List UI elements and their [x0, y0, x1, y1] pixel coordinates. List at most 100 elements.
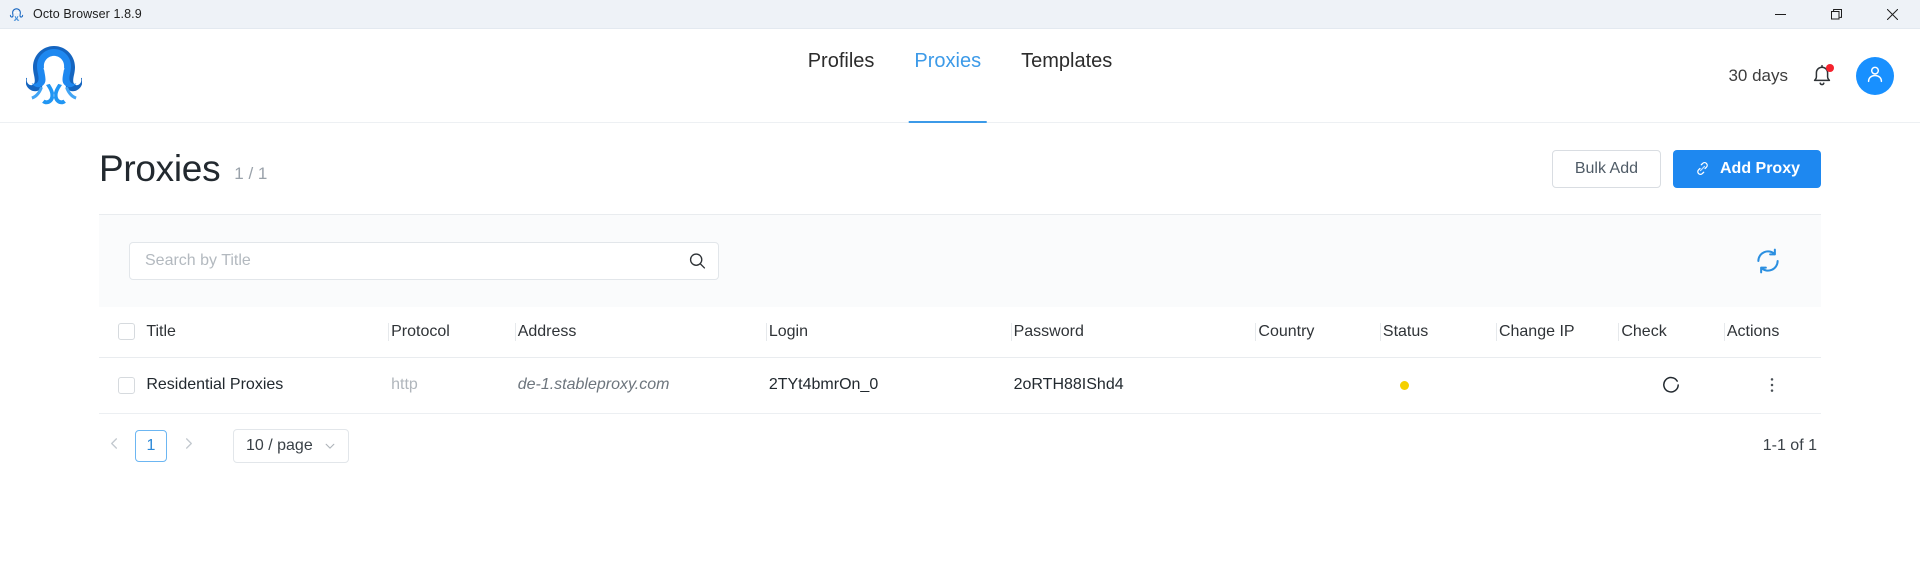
table-body: Residential Proxies http de-1.stableprox… — [99, 357, 1821, 414]
header-status-label: Status — [1382, 322, 1429, 340]
table-header-row: Title Protocol Address Login Password Co… — [99, 307, 1821, 358]
table-row[interactable]: Residential Proxies http de-1.stableprox… — [99, 357, 1821, 414]
header-address[interactable]: Address — [514, 307, 766, 358]
notifications-button[interactable] — [1811, 64, 1834, 88]
header-protocol-label: Protocol — [391, 322, 450, 340]
header-title-label: Title — [146, 322, 176, 340]
bulk-add-button[interactable]: Bulk Add — [1551, 149, 1661, 188]
search-icon[interactable] — [688, 252, 707, 271]
cell-country — [1255, 357, 1380, 414]
octopus-logo-icon — [9, 7, 24, 22]
pagination-total-label: 1-1 of 1 — [1762, 436, 1817, 454]
add-proxy-button[interactable]: Add Proxy — [1672, 149, 1821, 188]
header-login-label: Login — [768, 322, 808, 340]
refresh-sync-icon[interactable] — [1753, 246, 1783, 276]
cell-password-value: 2oRTH88IShd4 — [1013, 376, 1124, 393]
cell-country-value — [1255, 376, 1258, 393]
cell-login: 2TYt4bmrOn_0 — [765, 357, 1011, 414]
add-proxy-label: Add Proxy — [1719, 159, 1800, 177]
more-vertical-icon[interactable] — [1763, 376, 1781, 394]
minimize-button[interactable] — [1752, 0, 1808, 29]
nav-label-profiles: Profiles — [807, 49, 875, 72]
row-select-cell — [99, 357, 144, 414]
cell-password: 2oRTH88IShd4 — [1010, 357, 1256, 414]
header-login[interactable]: Login — [765, 307, 1011, 358]
row-checkbox[interactable] — [118, 376, 135, 394]
notification-badge-dot — [1826, 64, 1834, 72]
window-titlebar: Octo Browser 1.8.9 — [0, 0, 1920, 29]
chevron-down-icon — [324, 440, 336, 452]
pagination-page-label: 1 — [146, 436, 156, 454]
nav-label-templates: Templates — [1021, 49, 1113, 72]
header-actions: Actions — [1723, 307, 1821, 358]
bulk-add-label: Bulk Add — [1574, 159, 1638, 177]
table-head: Title Protocol Address Login Password Co… — [99, 307, 1821, 358]
cell-change-ip — [1495, 357, 1619, 414]
cell-protocol-value: http — [391, 376, 418, 393]
refresh-check-icon[interactable] — [1661, 375, 1681, 395]
select-all-header — [99, 307, 144, 358]
check-cell-inner — [1618, 375, 1724, 395]
page-head: Proxies 1 / 1 Bulk Add Add Proxy — [99, 123, 1821, 215]
close-button[interactable] — [1864, 0, 1920, 29]
search-input[interactable] — [129, 242, 719, 280]
minimize-icon — [1774, 9, 1786, 20]
pagination-page-1[interactable]: 1 — [135, 429, 167, 462]
page-count: 1 / 1 — [234, 163, 268, 183]
page-size-label: 10 / page — [246, 436, 313, 454]
header-status[interactable]: Status — [1379, 307, 1496, 358]
header-right-group: 30 days — [1728, 29, 1894, 123]
avatar[interactable] — [1856, 57, 1894, 95]
nav-item-templates[interactable]: Templates — [1001, 29, 1132, 123]
actions-cell-inner — [1724, 376, 1821, 394]
header-protocol[interactable]: Protocol — [388, 307, 515, 358]
user-avatar-icon — [1864, 63, 1886, 90]
titlebar-left: Octo Browser 1.8.9 — [0, 7, 1752, 22]
cell-check — [1618, 357, 1724, 414]
cell-status — [1379, 357, 1496, 414]
restore-icon — [1830, 8, 1842, 20]
octopus-brand-logo[interactable] — [26, 43, 82, 109]
cell-actions — [1723, 357, 1821, 414]
cell-change-ip-value — [1496, 376, 1499, 393]
page-title: Proxies — [99, 147, 221, 189]
header-check-label: Check — [1621, 322, 1667, 340]
proxies-table: Title Protocol Address Login Password Co… — [99, 307, 1821, 414]
header-country-label: Country — [1258, 322, 1315, 340]
chevron-right-icon — [182, 437, 195, 455]
header-password[interactable]: Password — [1010, 307, 1256, 358]
header-country[interactable]: Country — [1255, 307, 1380, 358]
proxies-table-wrap: Title Protocol Address Login Password Co… — [99, 307, 1821, 414]
search-box — [129, 242, 719, 280]
header-title[interactable]: Title — [143, 307, 389, 358]
pagination-next-button[interactable] — [173, 431, 203, 461]
cell-title: Residential Proxies — [143, 357, 389, 414]
pagination: 1 10 / page 1-1 of 1 — [99, 414, 1821, 478]
select-all-checkbox[interactable] — [118, 323, 135, 341]
cell-title-value: Residential Proxies — [146, 376, 284, 393]
header-password-label: Password — [1013, 322, 1084, 340]
main-nav: Profiles Proxies Templates — [788, 29, 1133, 123]
nav-item-profiles[interactable]: Profiles — [788, 29, 895, 123]
link-chain-icon — [1694, 160, 1711, 177]
header-address-label: Address — [517, 322, 577, 340]
header-actions-label: Actions — [1726, 322, 1780, 340]
page-size-select[interactable]: 10 / page — [233, 428, 349, 463]
header-change-ip-label: Change IP — [1498, 322, 1575, 340]
bell-icon — [1811, 64, 1833, 92]
header-change-ip[interactable]: Change IP — [1495, 307, 1619, 358]
cell-protocol: http — [388, 357, 515, 414]
maximize-button[interactable] — [1808, 0, 1864, 29]
subscription-days-label: 30 days — [1728, 66, 1788, 85]
header-check[interactable]: Check — [1618, 307, 1724, 358]
pagination-prev-button[interactable] — [99, 431, 129, 461]
app-header: Profiles Proxies Templates 30 days — [0, 29, 1920, 123]
close-icon — [1886, 8, 1898, 20]
window-title: Octo Browser 1.8.9 — [33, 7, 142, 21]
nav-label-proxies: Proxies — [914, 49, 982, 72]
window-controls — [1752, 0, 1920, 29]
nav-item-proxies[interactable]: Proxies — [894, 29, 1001, 123]
chevron-left-icon — [108, 437, 121, 455]
status-badge — [1399, 380, 1409, 390]
cell-address: de-1.stableproxy.com — [514, 357, 766, 414]
